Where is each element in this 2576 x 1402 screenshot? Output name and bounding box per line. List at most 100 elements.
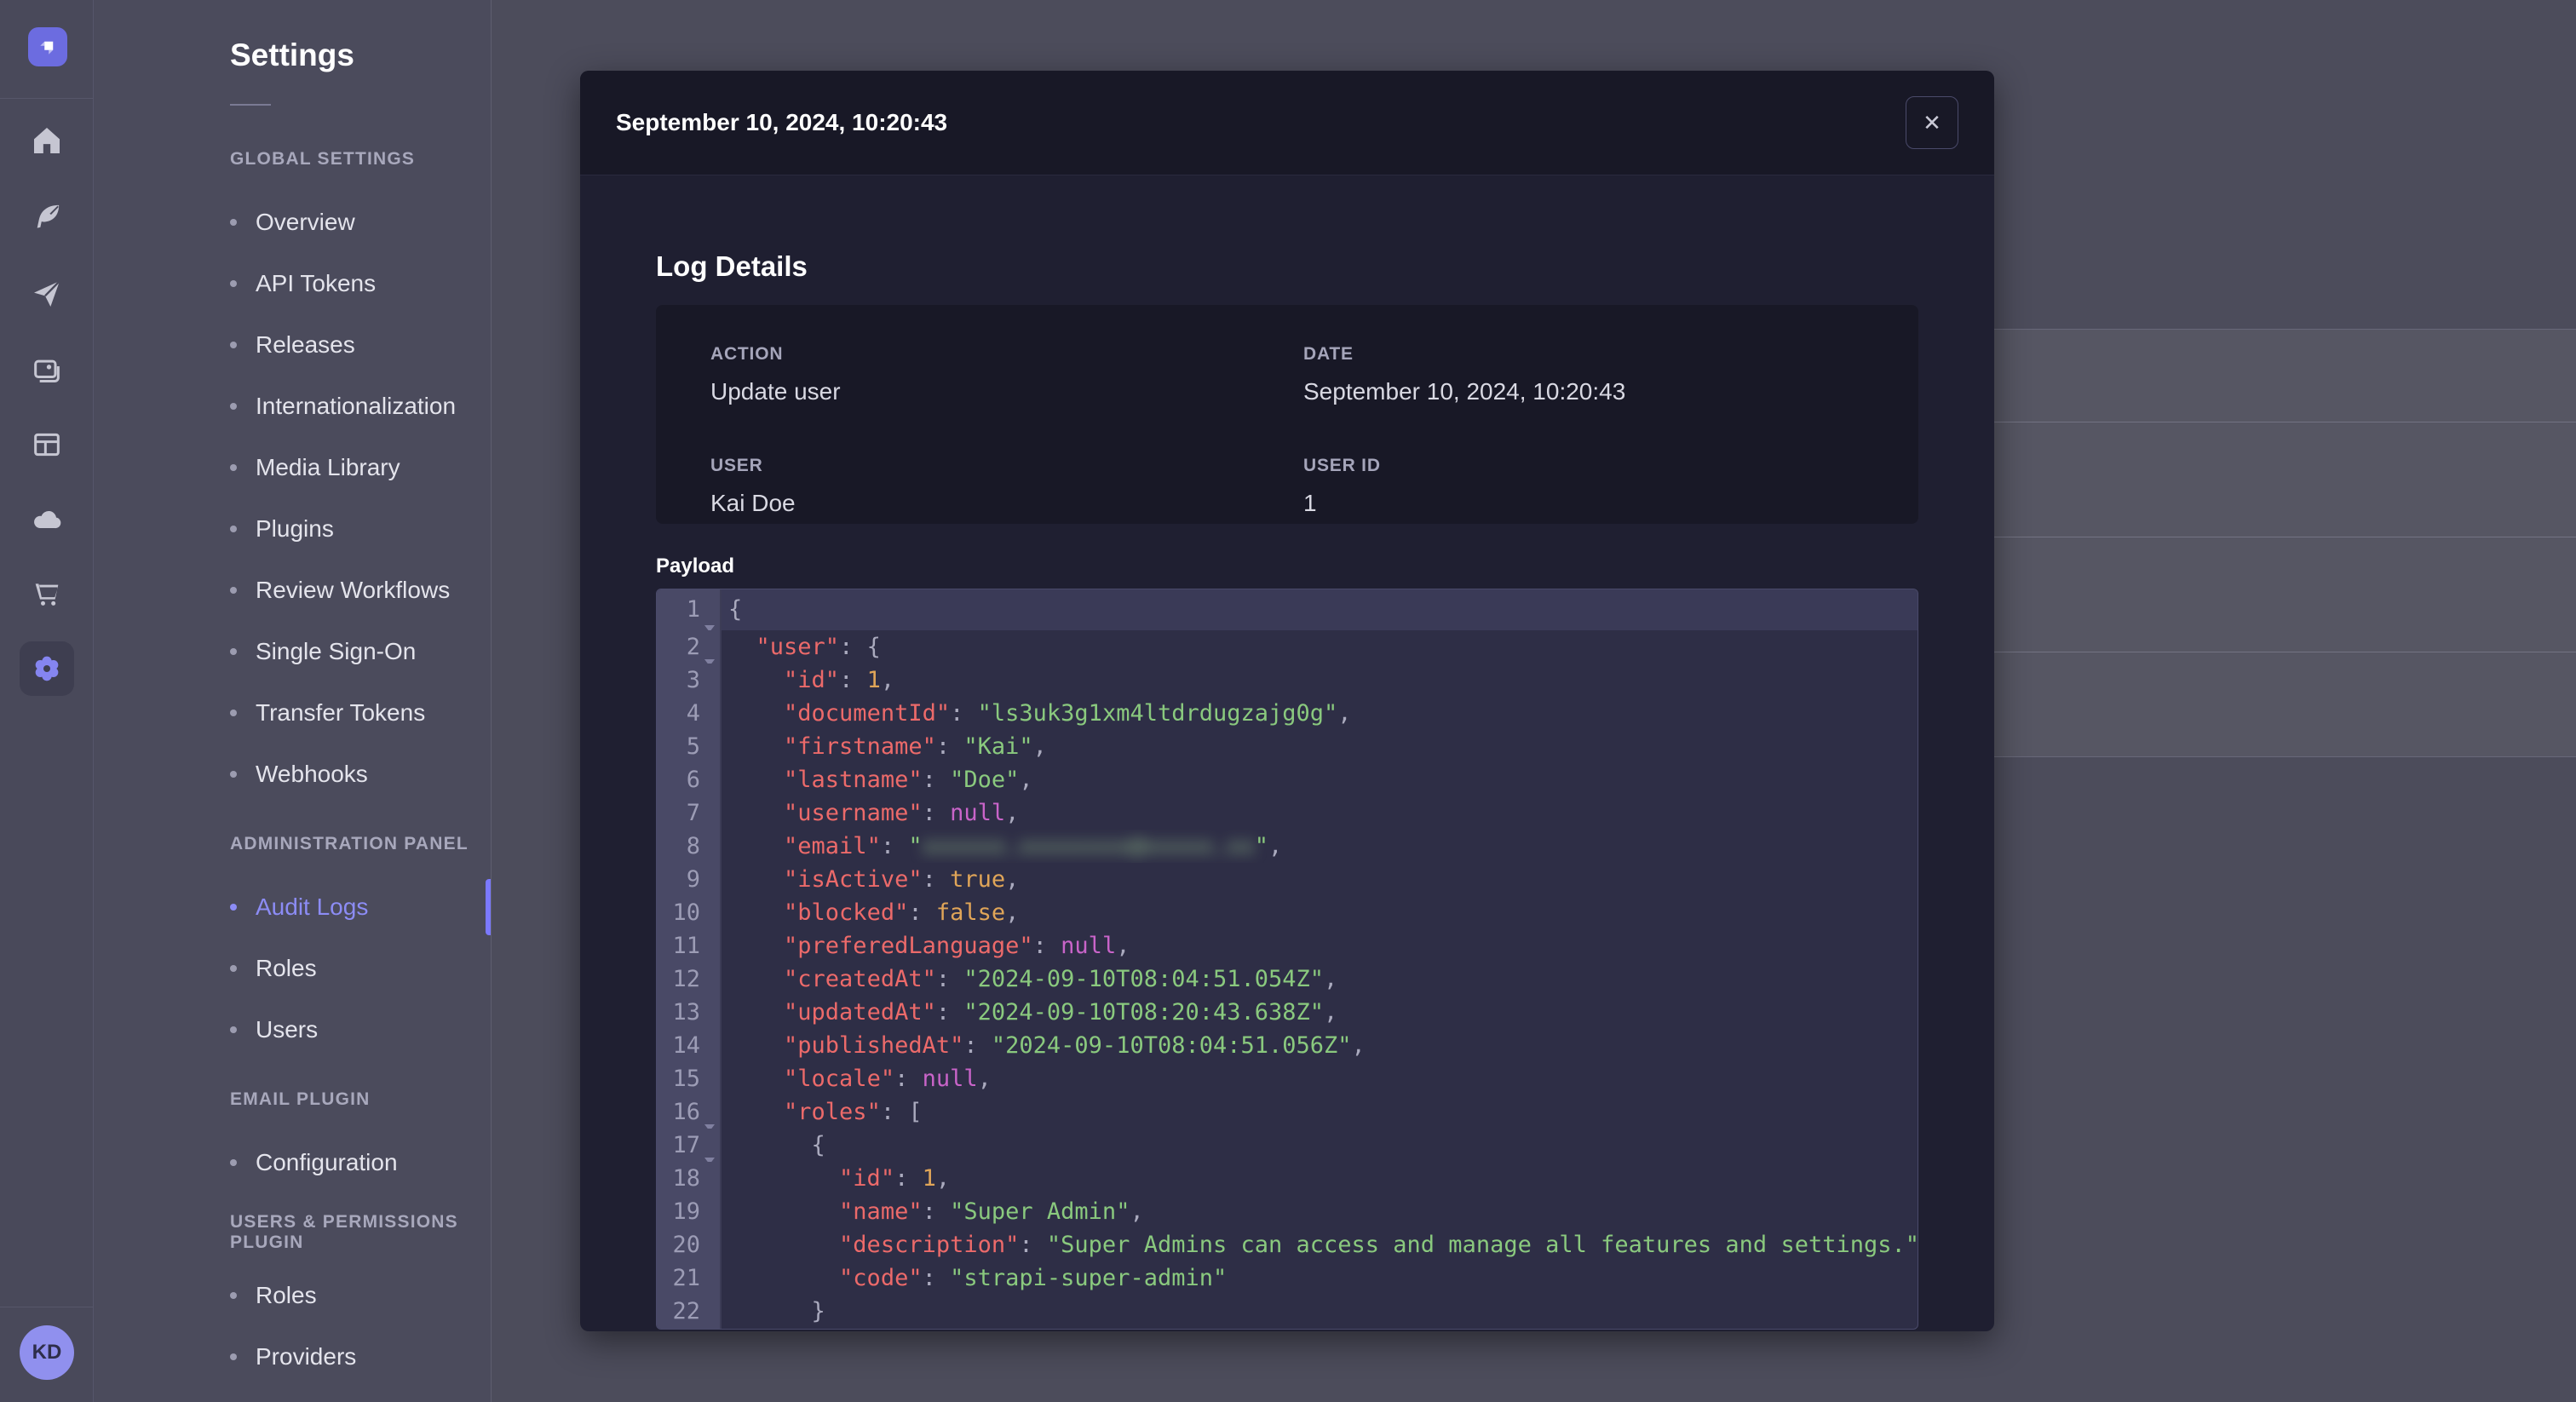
sidebar-item-internationalization[interactable]: Internationalization	[230, 376, 491, 437]
code-line-content: "firstname": "Kai",	[784, 733, 1047, 760]
code-line-content: }	[811, 1298, 825, 1324]
code-line-content: "preferedLanguage": null,	[784, 933, 1130, 959]
code-line-content: "username": null,	[784, 800, 1020, 826]
sidebar-item-label: Audit Logs	[256, 893, 369, 920]
sidebar-item-label: Webhooks	[256, 761, 368, 787]
log-details-panel: ACTION Update user DATE September 10, 20…	[656, 305, 1918, 524]
close-button[interactable]: ✕	[1906, 96, 1958, 149]
nav-rail: KD	[0, 0, 94, 1402]
settings-gear-icon[interactable]	[20, 641, 74, 696]
line-number: 4	[657, 697, 722, 730]
bullet-icon	[230, 710, 237, 716]
sidebar-item-webhooks[interactable]: Webhooks	[230, 744, 491, 805]
bullet-icon	[230, 904, 237, 911]
code-line: 19 "name": "Super Admin",	[657, 1195, 1918, 1228]
detail-user: USER Kai Doe	[710, 456, 1303, 525]
line-number: 19	[657, 1195, 722, 1228]
code-line: 16 "roles": [	[657, 1095, 1918, 1131]
cloud-icon[interactable]	[20, 492, 74, 547]
strapi-logo[interactable]	[28, 27, 67, 66]
bullet-icon	[230, 1026, 237, 1033]
sidebar-item-label: Providers	[256, 1343, 357, 1370]
detail-value: Kai Doe	[710, 489, 796, 516]
line-number: 13	[657, 996, 722, 1029]
detail-user-id: USER ID 1	[1303, 456, 1864, 525]
code-line-content: "email": "xxxxxx.xxxxxxxx@xxxxx.xx",	[784, 833, 1283, 859]
settings-menu: GLOBAL SETTINGS Overview API Tokens Release…	[94, 0, 491, 1388]
detail-label: DATE	[1303, 344, 1354, 364]
sidebar-item-configuration[interactable]: Configuration	[230, 1132, 491, 1193]
bullet-icon	[230, 403, 237, 410]
bullet-icon	[230, 1159, 237, 1166]
bullet-icon	[230, 219, 237, 226]
line-number: 10	[657, 896, 722, 929]
payload-code-editor[interactable]: 1{2 "user": {3 "id": 1, 4 "documentId": "…	[656, 589, 1918, 1330]
line-number: 1	[657, 589, 722, 632]
sidebar-item-label: Overview	[256, 209, 355, 235]
sidebar-item-releases[interactable]: Releases	[230, 314, 491, 376]
sidebar-item-overview[interactable]: Overview	[230, 192, 491, 253]
line-number: 6	[657, 763, 722, 796]
code-line-content: {	[722, 589, 1918, 630]
code-line: 2 "user": {	[657, 630, 1918, 666]
code-line: 5 "firstname": "Kai",	[657, 730, 1918, 763]
bullet-icon	[230, 526, 237, 532]
code-line: 18 "id": 1,	[657, 1162, 1918, 1195]
menu-section-label: ADMINISTRATION PANEL	[230, 834, 469, 853]
sidebar-item-label: Single Sign-On	[256, 638, 417, 664]
menu-section-label: USERS & PERMISSIONS PLUGIN	[230, 1212, 458, 1252]
code-line: 3 "id": 1,	[657, 664, 1918, 697]
code-line-content: "blocked": false,	[784, 899, 1020, 926]
cart-icon[interactable]	[20, 566, 74, 621]
line-number: 20	[657, 1228, 722, 1261]
code-line-content: "id": 1,	[784, 667, 895, 693]
code-line: 20 "description": "Super Admins can acce…	[657, 1228, 1918, 1261]
sidebar-item-roles[interactable]: Roles	[230, 938, 491, 999]
sidebar-item-api-tokens[interactable]: API Tokens	[230, 253, 491, 314]
sidebar-item-review-workflows[interactable]: Review Workflows	[230, 560, 491, 621]
sidebar-item-label: Transfer Tokens	[256, 699, 426, 726]
media-library-icon[interactable]	[20, 343, 74, 398]
sidebar-item-label: Configuration	[256, 1149, 398, 1175]
send-icon[interactable]	[20, 267, 74, 321]
home-icon[interactable]	[20, 113, 74, 168]
code-line: 15 "locale": null,	[657, 1062, 1918, 1095]
code-line-content: "roles": [	[784, 1099, 923, 1125]
code-line-content: "publishedAt": "2024-09-10T08:04:51.056Z…	[784, 1032, 1366, 1059]
line-number: 14	[657, 1029, 722, 1062]
line-number: 5	[657, 730, 722, 763]
line-number: 9	[657, 863, 722, 896]
sidebar-item-label: API Tokens	[256, 270, 377, 296]
line-number: 23	[657, 1328, 722, 1329]
code-line-content: "isActive": true,	[784, 866, 1020, 893]
code-line-content: "id": 1,	[839, 1165, 951, 1192]
detail-value: September 10, 2024, 10:20:43	[1303, 378, 1626, 405]
line-number: 3	[657, 664, 722, 697]
code-line: 1{	[657, 589, 1918, 632]
bullet-icon	[230, 771, 237, 778]
sidebar-item-providers[interactable]: Providers	[230, 1326, 491, 1388]
bullet-icon	[230, 1292, 237, 1299]
line-number: 15	[657, 1062, 722, 1095]
sidebar-item-single-sign-on[interactable]: Single Sign-On	[230, 621, 491, 682]
sidebar-item-label: Review Workflows	[256, 577, 451, 603]
code-line: 23 ]	[657, 1328, 1918, 1329]
code-line-content: ]	[722, 1328, 1918, 1329]
line-number: 18	[657, 1162, 722, 1195]
sidebar-item-plugins[interactable]: Plugins	[230, 498, 491, 560]
sidebar-item-users[interactable]: Users	[230, 999, 491, 1060]
sidebar-item-roles[interactable]: Roles	[230, 1265, 491, 1326]
user-avatar[interactable]: KD	[20, 1325, 74, 1380]
rail-divider	[0, 98, 93, 99]
code-line: 4 "documentId": "ls3uk3g1xm4ltdrdugzajg0…	[657, 697, 1918, 730]
sidebar-item-transfer-tokens[interactable]: Transfer Tokens	[230, 682, 491, 744]
code-line-content: "updatedAt": "2024-09-10T08:20:43.638Z",	[784, 999, 1338, 1026]
line-number: 8	[657, 830, 722, 863]
sidebar-item-media-library[interactable]: Media Library	[230, 437, 491, 498]
sidebar-item-audit-logs[interactable]: Audit Logs	[230, 876, 491, 938]
layout-icon[interactable]	[20, 417, 74, 472]
line-number: 17	[657, 1129, 722, 1164]
bullet-icon	[230, 587, 237, 594]
log-details-heading: Log Details	[656, 250, 808, 282]
feather-pen-icon[interactable]	[20, 190, 74, 244]
